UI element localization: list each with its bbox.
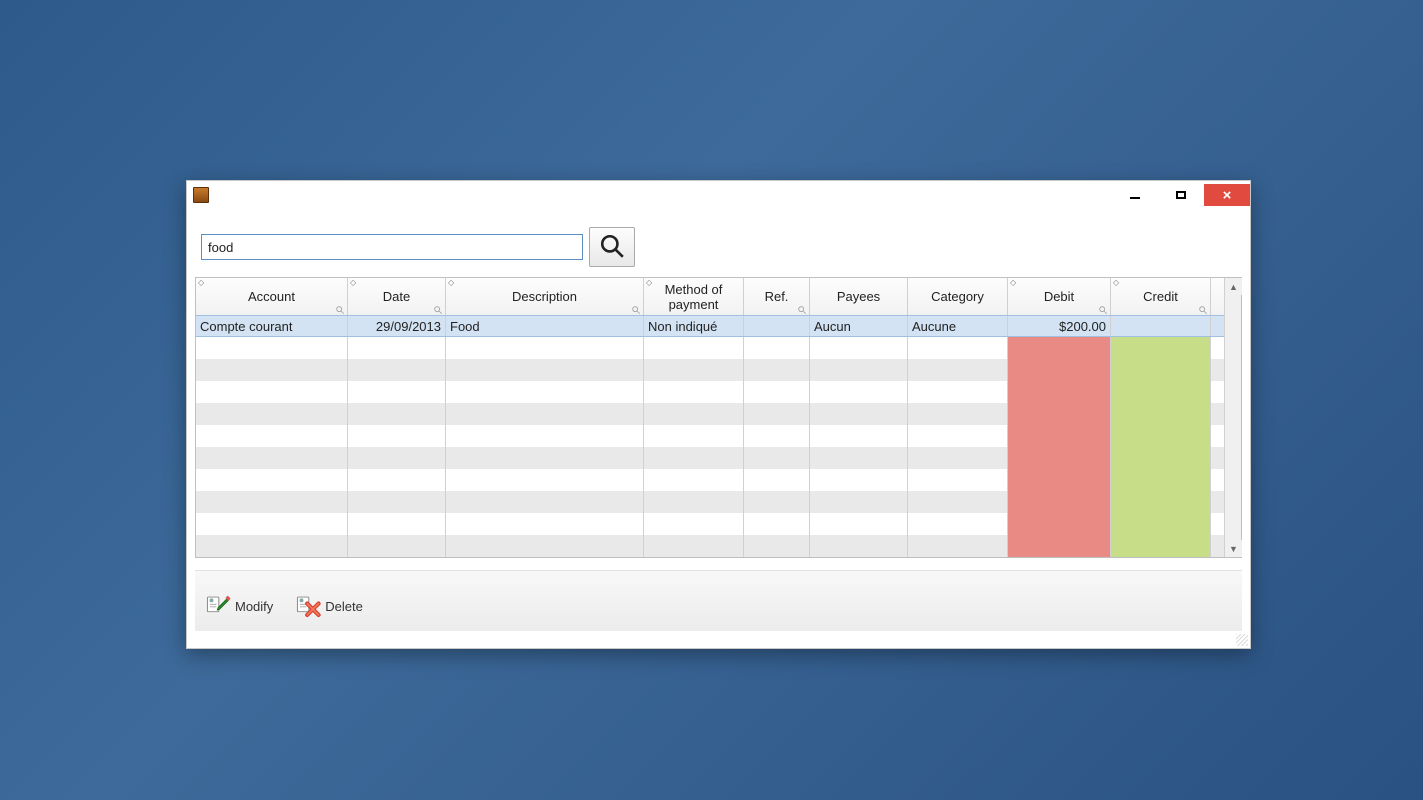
col-debit-label: Debit (1044, 289, 1074, 304)
transactions-grid: ◇Account ◇Date ◇Description ◇Method of p… (195, 277, 1242, 558)
col-category[interactable]: Category (908, 278, 1008, 315)
modify-button[interactable]: Modify (201, 591, 277, 621)
search-input[interactable] (201, 234, 583, 260)
col-ref[interactable]: Ref. (744, 278, 810, 315)
table-row[interactable] (196, 535, 1224, 557)
cell-date: 29/09/2013 (348, 316, 446, 336)
search-icon (631, 303, 641, 313)
modify-icon (205, 593, 231, 619)
scroll-up-icon[interactable]: ▲ (1225, 278, 1242, 295)
app-window: × ◇ Account ◇ Date ◇ Description (186, 180, 1251, 649)
delete-label: Delete (325, 599, 363, 614)
cell-debit: $200.00 (1008, 316, 1111, 336)
close-button[interactable]: × (1204, 184, 1250, 206)
sort-icon: ◇ (1010, 279, 1016, 287)
delete-button[interactable]: Delete (291, 591, 367, 621)
col-date[interactable]: ◇ Date (348, 278, 446, 315)
table-row[interactable] (196, 359, 1224, 381)
cell-credit (1111, 316, 1211, 336)
col-date-label: Date (383, 289, 410, 304)
sort-icon: ◇ (448, 279, 454, 287)
table-header: ◇Account ◇Date ◇Description ◇Method of p… (196, 278, 1224, 315)
cell-ref (744, 316, 810, 336)
table-row[interactable] (196, 513, 1224, 535)
table-row[interactable]: Compte courant 29/09/2013 Food Non indiq… (196, 315, 1224, 337)
app-icon (193, 187, 209, 203)
cell-payees: Aucun (810, 316, 908, 336)
minimize-icon (1130, 197, 1140, 199)
cell-category: Aucune (908, 316, 1008, 336)
resize-grip[interactable] (1236, 634, 1248, 646)
col-account-label: Account (248, 289, 295, 304)
col-payees[interactable]: Payees (810, 278, 908, 315)
maximize-icon (1176, 191, 1186, 199)
cell-method: Non indiqué (644, 316, 744, 336)
search-icon (599, 233, 625, 262)
cell-account: Compte courant (196, 316, 348, 336)
sort-icon: ◇ (198, 279, 204, 287)
col-category-label: Category (931, 289, 984, 304)
search-icon (797, 303, 807, 313)
scroll-track[interactable] (1225, 295, 1241, 540)
sort-icon: ◇ (646, 279, 652, 287)
table-row[interactable] (196, 447, 1224, 469)
table-row[interactable] (196, 491, 1224, 513)
col-credit-label: Credit (1143, 289, 1178, 304)
col-description-label: Description (512, 289, 577, 304)
search-icon (1098, 303, 1108, 313)
col-ref-label: Ref. (765, 289, 789, 304)
col-account[interactable]: ◇ Account (196, 278, 348, 315)
col-method[interactable]: ◇Method of payment (644, 278, 744, 315)
search-row (195, 213, 1242, 277)
vertical-scrollbar[interactable]: ▲ ▼ (1224, 278, 1241, 557)
table-row[interactable] (196, 425, 1224, 447)
table-row[interactable] (196, 381, 1224, 403)
scroll-down-icon[interactable]: ▼ (1225, 540, 1242, 557)
delete-icon (295, 593, 321, 619)
modify-label: Modify (235, 599, 273, 614)
sort-icon: ◇ (1113, 279, 1119, 287)
table-row[interactable] (196, 403, 1224, 425)
titlebar[interactable]: × (187, 181, 1250, 209)
search-button[interactable] (589, 227, 635, 267)
search-icon (433, 303, 443, 313)
search-icon (1198, 303, 1208, 313)
action-toolbar: Modify Delete (195, 570, 1242, 631)
close-icon: × (1223, 188, 1232, 203)
col-payees-label: Payees (837, 289, 880, 304)
col-debit[interactable]: ◇ Debit (1008, 278, 1111, 315)
table-row[interactable] (196, 337, 1224, 359)
maximize-button[interactable] (1158, 184, 1204, 206)
col-credit[interactable]: ◇ Credit (1111, 278, 1211, 315)
col-description[interactable]: ◇ Description (446, 278, 644, 315)
table-body: Compte courant 29/09/2013 Food Non indiq… (196, 315, 1224, 557)
cell-description: Food (446, 316, 644, 336)
col-method-label: Method of payment (648, 282, 739, 312)
sort-icon: ◇ (350, 279, 356, 287)
table-row[interactable] (196, 469, 1224, 491)
minimize-button[interactable] (1112, 184, 1158, 206)
search-icon (335, 303, 345, 313)
